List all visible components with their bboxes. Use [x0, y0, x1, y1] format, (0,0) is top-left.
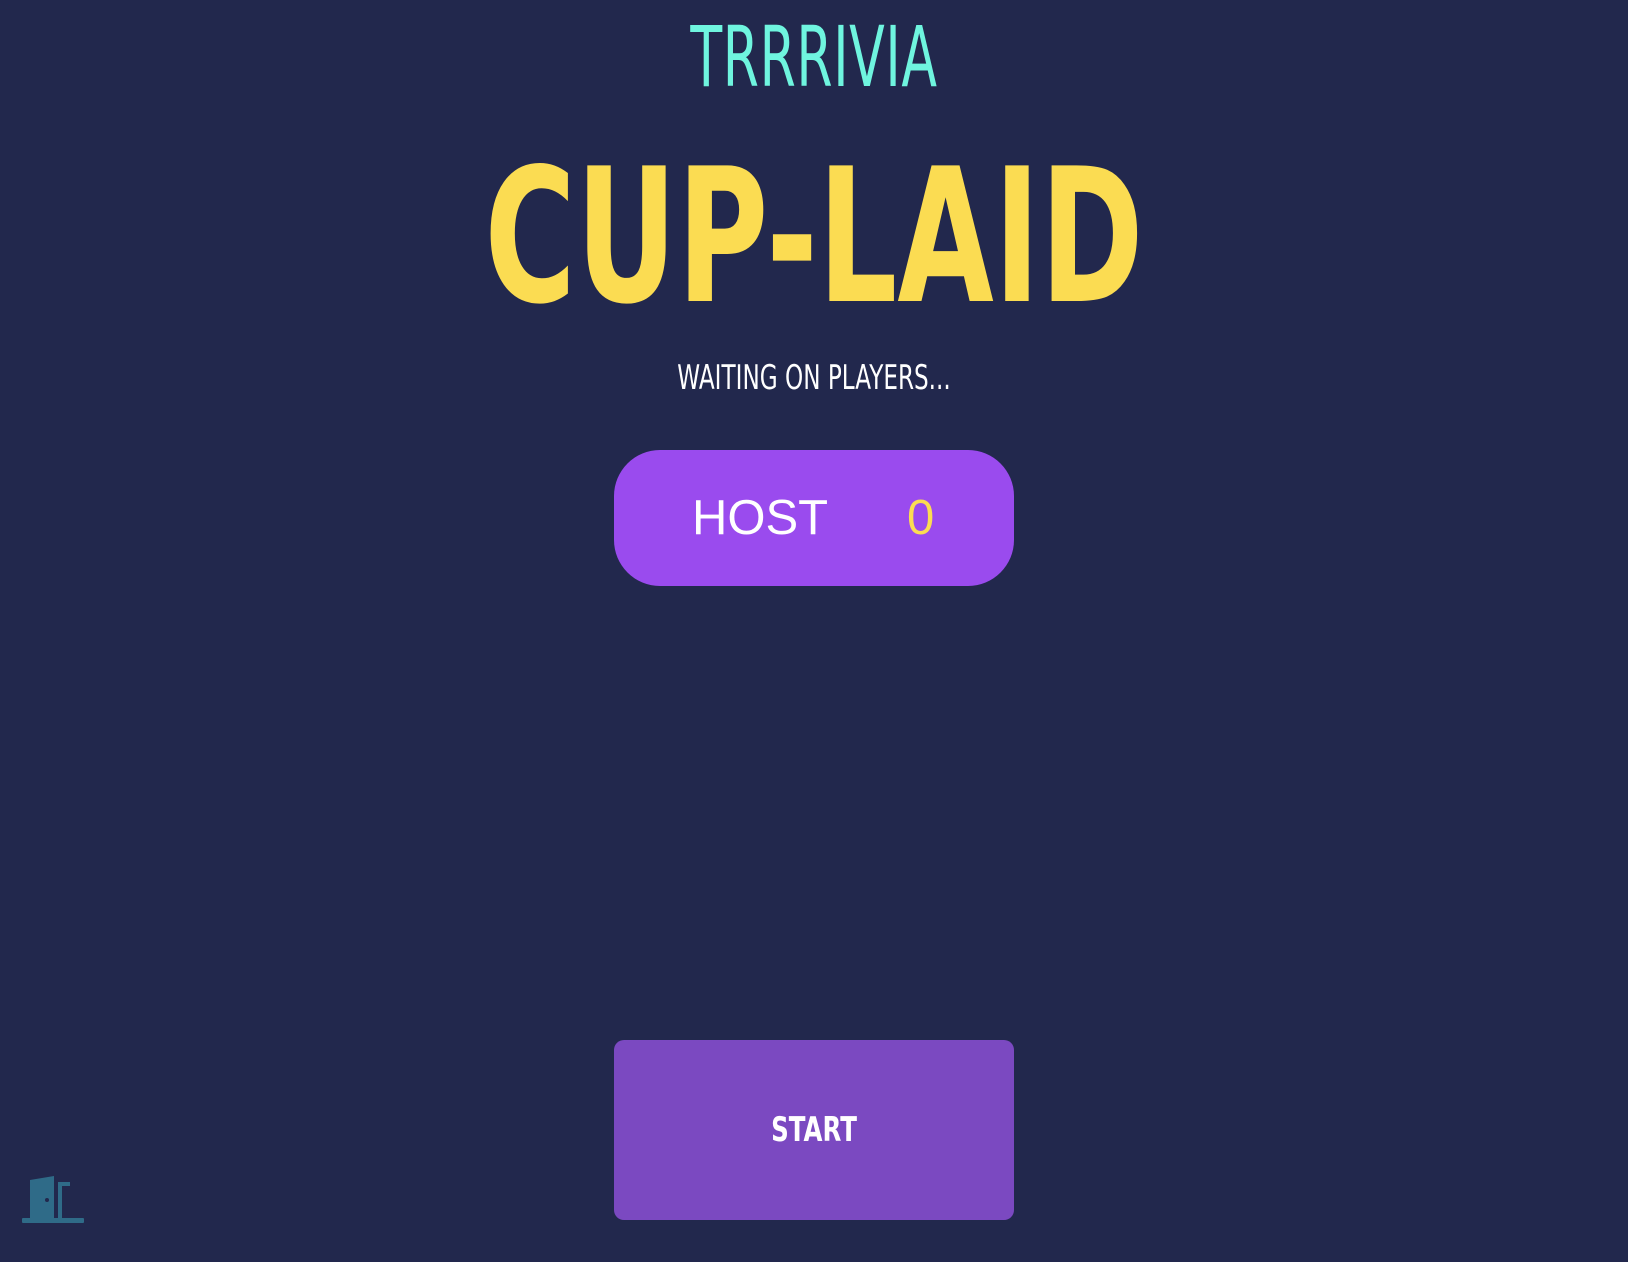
start-button-label: START [771, 1110, 857, 1150]
player-name: HOST [692, 491, 829, 545]
player-score: 0 [907, 491, 935, 545]
player-card-host: HOST 0 [614, 450, 1014, 586]
start-button[interactable]: START [614, 1040, 1014, 1220]
exit-door-icon[interactable] [22, 1174, 84, 1226]
room-code: CUP-LAID [484, 128, 1144, 345]
lobby-status-text: WAITING ON PLAYERS... [677, 358, 951, 398]
app-logo-title: TRRRIVIA [690, 8, 938, 106]
